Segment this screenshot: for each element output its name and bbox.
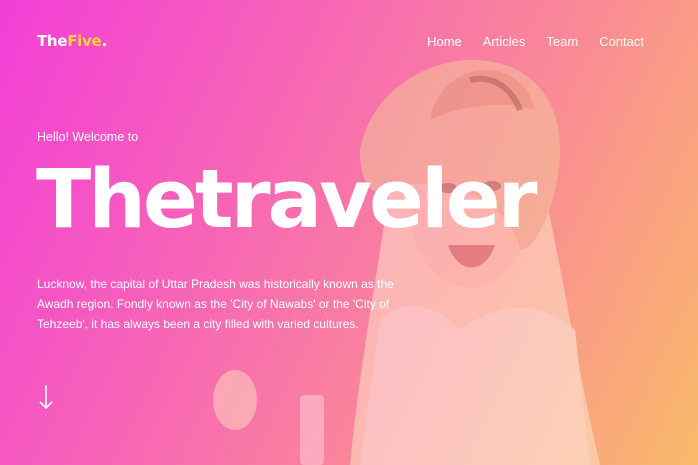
arrow-down-icon[interactable]	[36, 383, 56, 411]
nav-item-articles[interactable]: Articles	[483, 34, 526, 49]
hero-title: Thetraveler	[36, 153, 538, 247]
main-nav: Home Articles Team Contact	[427, 34, 644, 49]
hero-greeting: Hello! Welcome to	[37, 130, 139, 144]
hero-section: TheFive. Home Articles Team Contact Hell…	[0, 0, 698, 465]
brand-name-part2: Five	[67, 32, 102, 50]
nav-item-home[interactable]: Home	[427, 34, 462, 49]
top-navigation-bar: TheFive. Home Articles Team Contact	[0, 0, 698, 84]
brand-logo[interactable]: TheFive.	[37, 32, 107, 50]
brand-name-part1: The	[37, 32, 68, 50]
nav-item-contact[interactable]: Contact	[599, 34, 644, 49]
hero-description: Lucknow, the capital of Uttar Pradesh wa…	[37, 277, 394, 331]
nav-item-team[interactable]: Team	[546, 34, 578, 49]
brand-dot: .	[101, 32, 107, 50]
